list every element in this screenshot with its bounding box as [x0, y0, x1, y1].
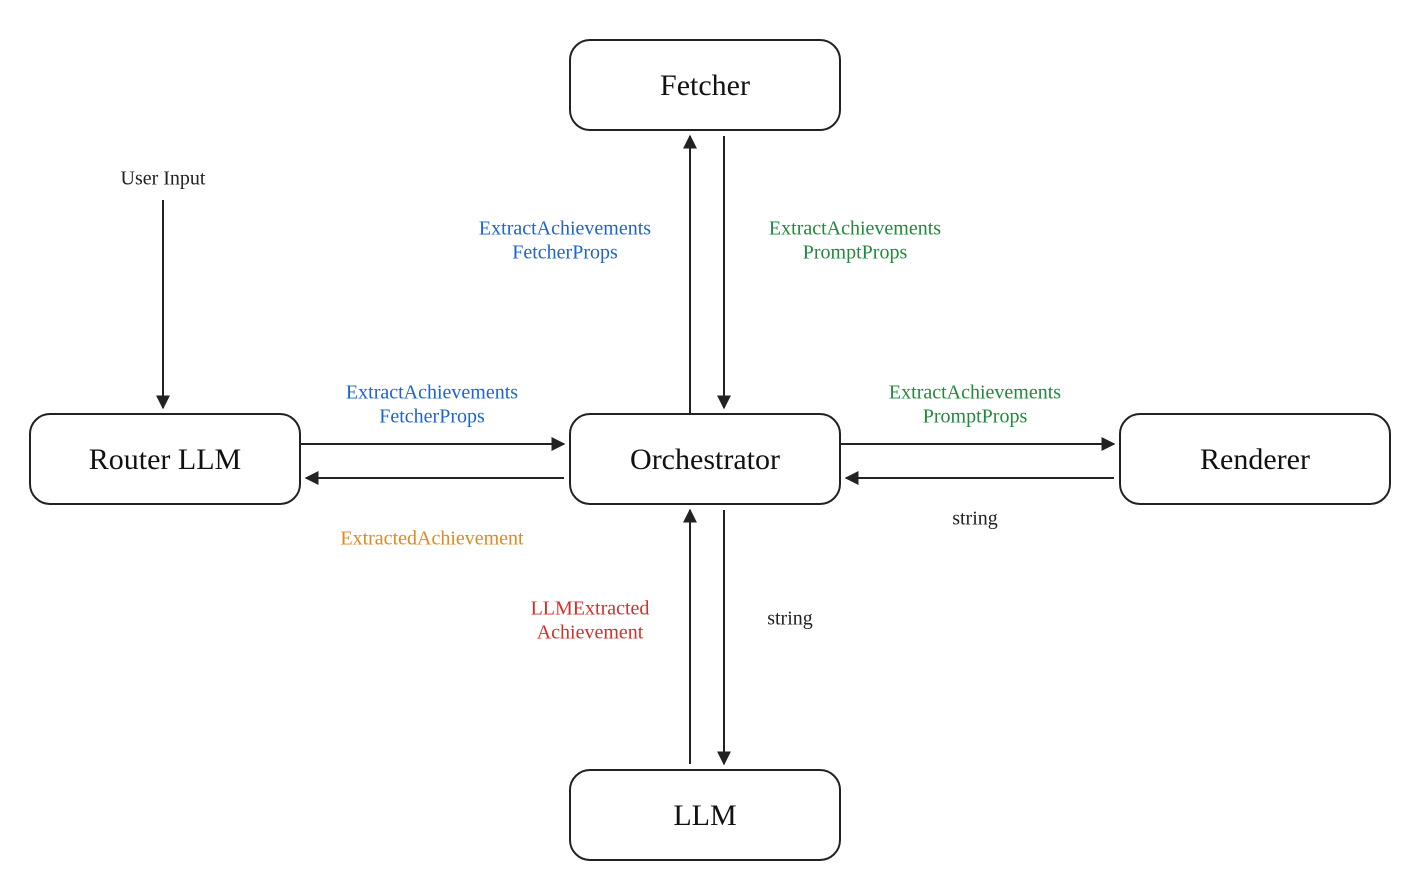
edge-orch-to-fetcher-label-1: ExtractAchievements [479, 218, 651, 240]
edge-router-to-orch-label-1: ExtractAchievements [346, 382, 518, 404]
edge-orch-to-renderer-label-2: PromptProps [923, 406, 1028, 428]
edge-orch-to-fetcher-label-2: FetcherProps [512, 242, 618, 264]
edge-fetcher-to-orch-label-1: ExtractAchievements [769, 218, 941, 240]
node-fetcher-label: Fetcher [660, 69, 750, 102]
edge-router-to-orch-label-2: FetcherProps [379, 406, 485, 428]
edge-llm-to-orch-label-2: Achievement [537, 622, 644, 644]
user-input-label: User Input [121, 168, 206, 190]
edge-llm-to-orch-label-1: LLMExtracted [531, 598, 650, 620]
edge-orch-to-renderer-label-1: ExtractAchievements [889, 382, 1061, 404]
edge-fetcher-to-orch-label-2: PromptProps [803, 242, 908, 264]
edge-orch-to-llm-label: string [767, 608, 813, 630]
edge-orch-to-router-label: ExtractedAchievement [340, 528, 524, 550]
edge-renderer-to-orch-label: string [952, 508, 998, 530]
node-router-llm-label: Router LLM [89, 443, 241, 476]
node-orchestrator-label: Orchestrator [630, 443, 780, 476]
node-renderer-label: Renderer [1200, 443, 1310, 476]
node-llm-label: LLM [673, 799, 736, 832]
